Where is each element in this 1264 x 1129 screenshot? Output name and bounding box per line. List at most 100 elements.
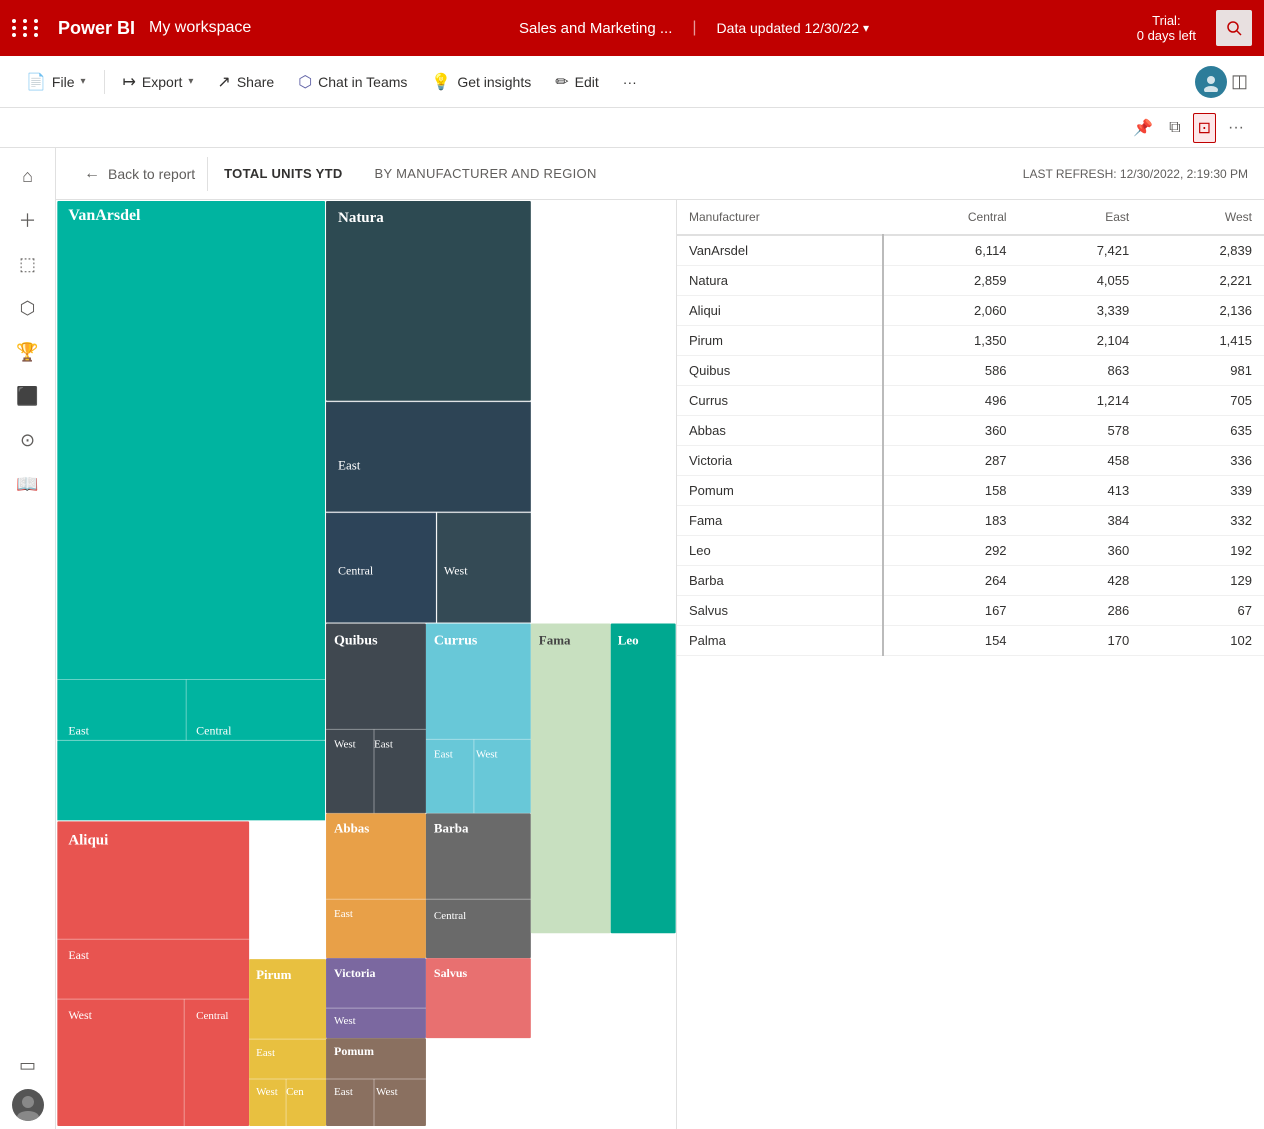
- toolbar-sep-1: [104, 70, 105, 94]
- svg-text:East: East: [374, 738, 393, 750]
- pin-icon[interactable]: 📌: [1129, 114, 1157, 142]
- sidebar-apps-icon[interactable]: ⬛: [8, 376, 48, 416]
- value-cell: 4,055: [1019, 266, 1142, 296]
- svg-text:Leo: Leo: [618, 633, 639, 648]
- sidebar-learn-icon[interactable]: ⊙: [8, 420, 48, 460]
- more-icon: ···: [623, 74, 637, 90]
- value-cell: 1,415: [1141, 326, 1264, 356]
- value-cell: 1,350: [883, 326, 1019, 356]
- table-row: Leo292360192: [677, 536, 1264, 566]
- more-options-button[interactable]: ···: [613, 68, 647, 96]
- chart-area: VanArsdel East Central West Natura East: [56, 200, 1264, 1129]
- table-row: Fama183384332: [677, 506, 1264, 536]
- back-to-report-button[interactable]: ← Back to report: [72, 157, 208, 191]
- export-chevron: ▾: [188, 76, 193, 87]
- report-header: ← Back to report TOTAL UNITS YTD BY MANU…: [56, 148, 1264, 200]
- sidebar-dataHub-icon[interactable]: ⬡: [8, 288, 48, 328]
- tab-total-units-ytd[interactable]: TOTAL UNITS YTD: [208, 158, 358, 189]
- value-cell: 286: [1019, 596, 1142, 626]
- value-cell: 287: [883, 446, 1019, 476]
- table-row: Natura2,8594,0552,221: [677, 266, 1264, 296]
- col-west: West: [1141, 200, 1264, 235]
- table-row: Pomum158413339: [677, 476, 1264, 506]
- sidebar-create-icon[interactable]: ＋: [8, 200, 48, 240]
- svg-text:West: West: [334, 1015, 356, 1027]
- workspace-label[interactable]: My workspace: [149, 19, 251, 37]
- svg-text:East: East: [434, 748, 453, 760]
- ellipsis-icon[interactable]: ···: [1224, 115, 1248, 141]
- manufacturer-cell: Fama: [677, 506, 883, 536]
- svg-text:West: West: [256, 1086, 278, 1098]
- table-row: Aliqui2,0603,3392,136: [677, 296, 1264, 326]
- svg-text:East: East: [334, 1086, 353, 1098]
- file-label: File: [52, 74, 75, 90]
- edit-button[interactable]: ✏ Edit: [545, 66, 609, 98]
- value-cell: 586: [883, 356, 1019, 386]
- sidebar-browse-icon[interactable]: ⬚: [8, 244, 48, 284]
- value-cell: 6,114: [883, 235, 1019, 266]
- table-row: Salvus16728667: [677, 596, 1264, 626]
- data-updated-chevron[interactable]: ▾: [863, 21, 869, 35]
- svg-text:Abbas: Abbas: [334, 820, 369, 835]
- svg-text:Pomum: Pomum: [334, 1044, 374, 1058]
- treemap-chart[interactable]: VanArsdel East Central West Natura East: [56, 200, 676, 1129]
- top-bar: Power BI My workspace Sales and Marketin…: [0, 0, 1264, 56]
- svg-text:East: East: [68, 948, 89, 962]
- manufacturer-cell: Natura: [677, 266, 883, 296]
- svg-text:Barba: Barba: [434, 820, 469, 835]
- manufacturer-cell: Quibus: [677, 356, 883, 386]
- value-cell: 1,214: [1019, 386, 1142, 416]
- svg-text:Salvus: Salvus: [434, 966, 468, 980]
- toolbar: 📄 File ▾ ↦ Export ▾ ↗ Share ⬡ Chat in Te…: [0, 56, 1264, 108]
- sidebar: ⌂ ＋ ⬚ ⬡ 🏆 ⬛ ⊙ 📖 ▭: [0, 148, 56, 1129]
- get-insights-button[interactable]: 💡 Get insights: [421, 66, 541, 98]
- file-button[interactable]: 📄 File ▾: [16, 66, 96, 98]
- manufacturer-cell: Salvus: [677, 596, 883, 626]
- title-separator: |: [692, 19, 696, 37]
- export-button[interactable]: ↦ Export ▾: [113, 66, 204, 98]
- insights-icon: 💡: [431, 72, 451, 92]
- data-table-container: Manufacturer Central East West VanArsdel…: [676, 200, 1264, 1129]
- sidebar-home-icon[interactable]: ⌂: [8, 156, 48, 196]
- value-cell: 428: [1019, 566, 1142, 596]
- col-central: Central: [883, 200, 1019, 235]
- focus-mode-icon[interactable]: ⊡: [1193, 113, 1216, 143]
- table-row: Currus4961,214705: [677, 386, 1264, 416]
- value-cell: 339: [1141, 476, 1264, 506]
- edit-label: Edit: [575, 74, 599, 90]
- value-cell: 102: [1141, 626, 1264, 656]
- sidebar-metrics-icon[interactable]: 📖: [8, 464, 48, 504]
- duplicate-icon[interactable]: ⧉: [1165, 115, 1184, 141]
- table-row: Barba264428129: [677, 566, 1264, 596]
- collapse-icon[interactable]: ◫: [1231, 71, 1248, 92]
- manufacturer-cell: VanArsdel: [677, 235, 883, 266]
- svg-text:VanArsdel: VanArsdel: [68, 207, 141, 224]
- chat-in-teams-button[interactable]: ⬡ Chat in Teams: [288, 66, 417, 98]
- value-cell: 2,060: [883, 296, 1019, 326]
- manufacturer-cell: Leo: [677, 536, 883, 566]
- value-cell: 2,221: [1141, 266, 1264, 296]
- value-cell: 635: [1141, 416, 1264, 446]
- col-east: East: [1019, 200, 1142, 235]
- export-icon: ↦: [123, 72, 136, 92]
- sidebar-goals-icon[interactable]: 🏆: [8, 332, 48, 372]
- value-cell: 981: [1141, 356, 1264, 386]
- user-avatar[interactable]: [1195, 66, 1227, 98]
- value-cell: 167: [883, 596, 1019, 626]
- svg-text:Aliqui: Aliqui: [68, 832, 108, 848]
- back-arrow-icon: ←: [84, 165, 100, 183]
- value-cell: 360: [1019, 536, 1142, 566]
- app-grid-icon[interactable]: [12, 19, 42, 37]
- value-cell: 129: [1141, 566, 1264, 596]
- svg-text:West: West: [334, 738, 356, 750]
- manufacturer-cell: Abbas: [677, 416, 883, 446]
- svg-text:Central: Central: [196, 723, 232, 737]
- tab-by-manufacturer[interactable]: BY MANUFACTURER AND REGION: [359, 158, 613, 189]
- search-button[interactable]: [1216, 10, 1252, 46]
- share-button[interactable]: ↗ Share: [207, 66, 284, 98]
- sidebar-monitor-icon[interactable]: ▭: [8, 1045, 48, 1085]
- table-row: Victoria287458336: [677, 446, 1264, 476]
- sidebar-user-avatar[interactable]: [12, 1089, 44, 1121]
- value-cell: 360: [883, 416, 1019, 446]
- value-cell: 7,421: [1019, 235, 1142, 266]
